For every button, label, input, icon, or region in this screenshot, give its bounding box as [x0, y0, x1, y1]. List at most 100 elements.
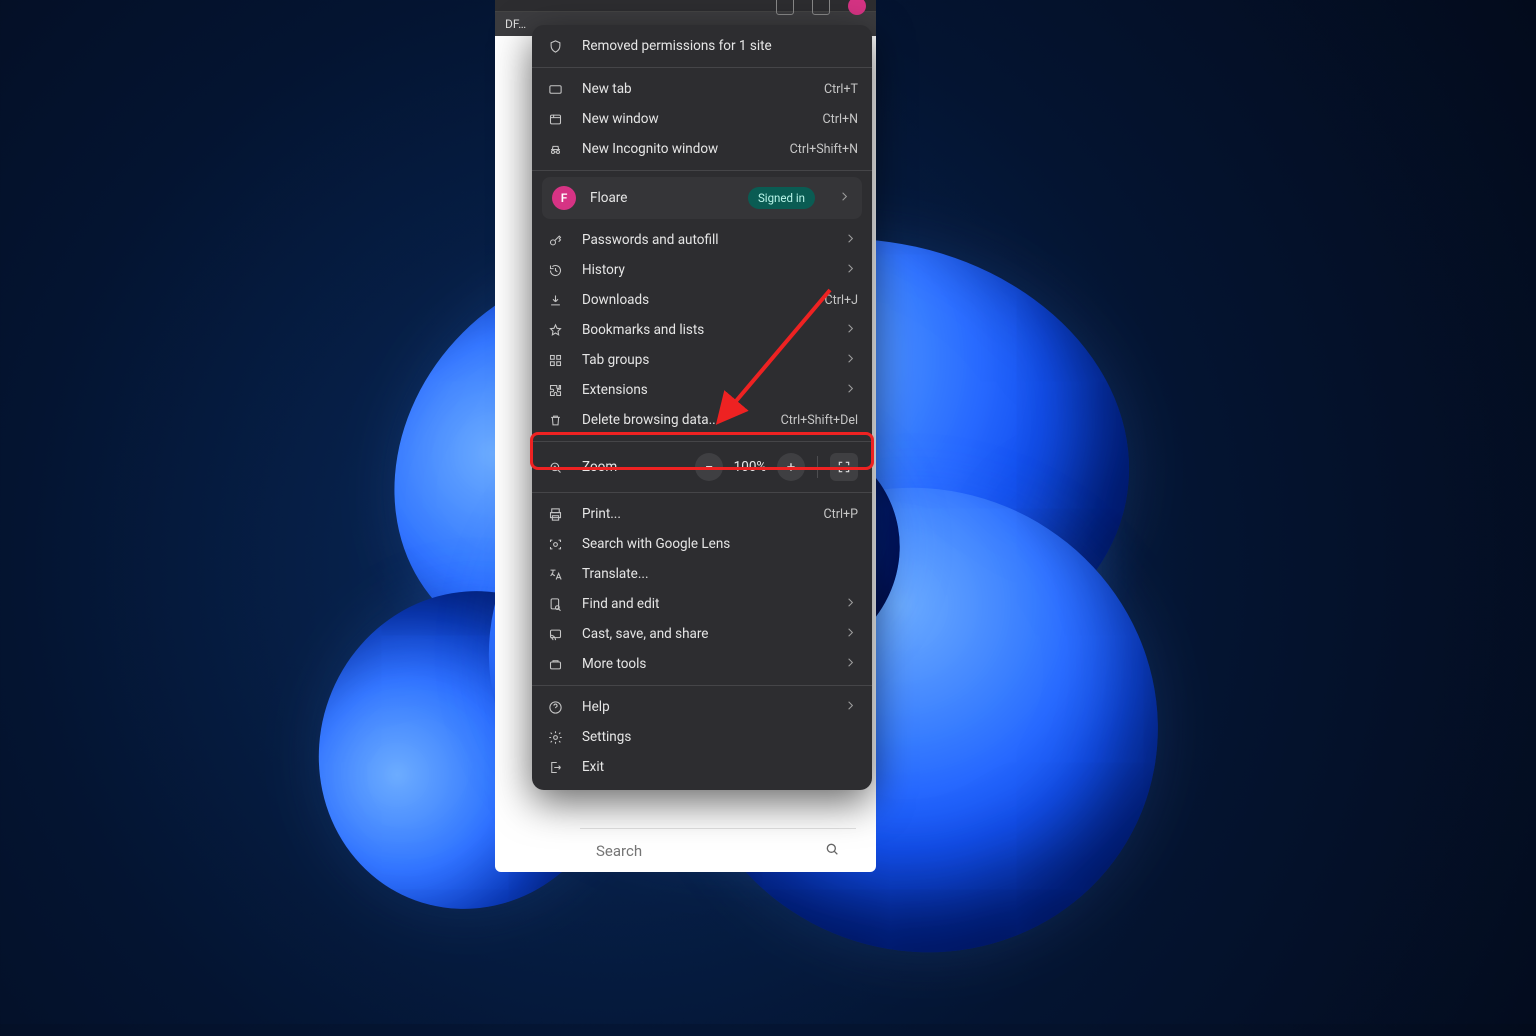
- menu-profile-row[interactable]: F Floare Signed in: [542, 177, 862, 219]
- chevron-right-icon: [843, 381, 858, 400]
- lens-icon: [546, 537, 564, 552]
- menu-delete-browsing-data[interactable]: Delete browsing data... Ctrl+Shift+Del: [532, 405, 872, 435]
- menu-divider: [532, 492, 872, 493]
- divider: [817, 456, 818, 478]
- print-icon: [546, 507, 564, 522]
- chevron-right-icon: [843, 261, 858, 280]
- menu-item-label: Extensions: [582, 382, 817, 398]
- menu-divider: [532, 67, 872, 68]
- menu-item-label: Translate...: [582, 566, 858, 582]
- help-icon: [546, 700, 564, 715]
- menu-item-label: Settings: [582, 729, 858, 745]
- search-placeholder: Search: [596, 842, 642, 860]
- titlebar: [495, 0, 876, 12]
- menu-item-label: More tools: [582, 656, 817, 672]
- menu-extensions[interactable]: Extensions: [532, 375, 872, 405]
- menu-item-accel: Ctrl+Shift+N: [790, 142, 858, 157]
- chevron-right-icon: [843, 351, 858, 370]
- page-search-box[interactable]: Search: [580, 828, 856, 872]
- zoom-value: 100%: [729, 459, 771, 475]
- menu-print[interactable]: Print... Ctrl+P: [532, 499, 872, 529]
- menu-new-window[interactable]: New window Ctrl+N: [532, 104, 872, 134]
- menu-item-accel: Ctrl+N: [822, 112, 858, 127]
- chevron-right-icon: [843, 698, 858, 717]
- menu-item-label: Delete browsing data...: [582, 412, 763, 428]
- trash-icon: [546, 413, 564, 428]
- star-icon: [546, 323, 564, 338]
- key-icon: [546, 233, 564, 248]
- menu-divider: [532, 170, 872, 171]
- search-icon: [824, 841, 840, 861]
- window-control-icon[interactable]: [776, 0, 794, 15]
- menu-help[interactable]: Help: [532, 692, 872, 722]
- menu-cast-save-share[interactable]: Cast, save, and share: [532, 619, 872, 649]
- menu-downloads[interactable]: Downloads Ctrl+J: [532, 285, 872, 315]
- menu-translate[interactable]: Translate...: [532, 559, 872, 589]
- shield-icon: [546, 39, 564, 54]
- chevron-right-icon: [843, 655, 858, 674]
- tab-icon: [546, 82, 564, 97]
- menu-item-label: Downloads: [582, 292, 807, 308]
- avatar: F: [552, 186, 576, 210]
- menu-divider: [532, 441, 872, 442]
- incognito-icon: [546, 142, 564, 157]
- banner-text: Removed permissions for 1 site: [582, 38, 858, 54]
- menu-item-label: History: [582, 262, 817, 278]
- cast-icon: [546, 627, 564, 642]
- exit-icon: [546, 760, 564, 775]
- menu-item-label: Help: [582, 699, 817, 715]
- zoom-icon: [546, 460, 564, 475]
- menu-exit[interactable]: Exit: [532, 752, 872, 782]
- zoom-label: Zoom: [582, 459, 677, 475]
- window-control-icon[interactable]: [812, 0, 830, 15]
- translate-icon: [546, 567, 564, 582]
- menu-item-label: Find and edit: [582, 596, 817, 612]
- puzzle-icon: [546, 383, 564, 398]
- menu-new-tab[interactable]: New tab Ctrl+T: [532, 74, 872, 104]
- menu-item-label: Print...: [582, 506, 806, 522]
- menu-item-accel: Ctrl+T: [824, 82, 858, 97]
- chevron-right-icon: [843, 595, 858, 614]
- gear-icon: [546, 730, 564, 745]
- permissions-banner[interactable]: Removed permissions for 1 site: [532, 31, 872, 61]
- zoom-in-button[interactable]: +: [777, 453, 805, 481]
- menu-more-tools[interactable]: More tools: [532, 649, 872, 679]
- chevron-right-icon: [837, 189, 852, 208]
- tools-icon: [546, 657, 564, 672]
- fullscreen-button[interactable]: [830, 453, 858, 481]
- menu-bookmarks[interactable]: Bookmarks and lists: [532, 315, 872, 345]
- menu-zoom-row: Zoom − 100% +: [532, 448, 872, 486]
- grid-icon: [546, 353, 564, 368]
- window-icon: [546, 112, 564, 127]
- chevron-right-icon: [843, 625, 858, 644]
- chevron-right-icon: [843, 231, 858, 250]
- menu-history[interactable]: History: [532, 255, 872, 285]
- download-icon: [546, 293, 564, 308]
- menu-item-accel: Ctrl+Shift+Del: [781, 413, 858, 428]
- zoom-out-button[interactable]: −: [695, 453, 723, 481]
- chrome-main-menu: Removed permissions for 1 site New tab C…: [532, 25, 872, 790]
- profile-name: Floare: [590, 190, 734, 206]
- signed-in-badge: Signed in: [748, 187, 815, 209]
- tab-title: DF…: [505, 17, 526, 31]
- menu-item-accel: Ctrl+P: [824, 507, 858, 522]
- menu-item-label: Bookmarks and lists: [582, 322, 817, 338]
- menu-passwords[interactable]: Passwords and autofill: [532, 225, 872, 255]
- menu-tab-groups[interactable]: Tab groups: [532, 345, 872, 375]
- profile-avatar-icon[interactable]: [848, 0, 866, 15]
- chevron-right-icon: [843, 321, 858, 340]
- menu-item-label: Tab groups: [582, 352, 817, 368]
- menu-find-edit[interactable]: Find and edit: [532, 589, 872, 619]
- menu-incognito[interactable]: New Incognito window Ctrl+Shift+N: [532, 134, 872, 164]
- menu-settings[interactable]: Settings: [532, 722, 872, 752]
- menu-item-label: New window: [582, 111, 804, 127]
- menu-divider: [532, 685, 872, 686]
- menu-item-label: Passwords and autofill: [582, 232, 817, 248]
- menu-item-label: New Incognito window: [582, 141, 772, 157]
- menu-google-lens[interactable]: Search with Google Lens: [532, 529, 872, 559]
- menu-item-label: Exit: [582, 759, 858, 775]
- menu-item-label: Cast, save, and share: [582, 626, 817, 642]
- menu-item-label: New tab: [582, 81, 806, 97]
- menu-item-label: Search with Google Lens: [582, 536, 858, 552]
- menu-item-accel: Ctrl+J: [825, 293, 859, 308]
